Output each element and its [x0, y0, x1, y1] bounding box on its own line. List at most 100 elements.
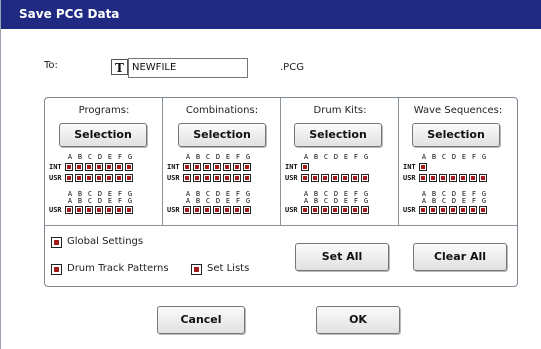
bank-checkbox[interactable] — [75, 206, 83, 214]
bank-checkbox[interactable] — [301, 206, 309, 214]
bank-checkbox[interactable] — [65, 174, 73, 182]
usr-bank-checkboxes — [65, 174, 135, 183]
bank-checkbox[interactable] — [183, 206, 191, 214]
bank-checkbox[interactable] — [449, 174, 457, 182]
bank-checkbox[interactable] — [65, 163, 73, 171]
bank-checkbox[interactable] — [449, 206, 457, 214]
usr-row-label: USR — [285, 206, 298, 214]
bank-checkbox[interactable] — [95, 174, 103, 182]
bank-checkbox[interactable] — [183, 174, 191, 182]
cancel-button[interactable]: Cancel — [157, 306, 245, 334]
bank-checkbox[interactable] — [125, 163, 133, 171]
bank-checkbox[interactable] — [233, 206, 241, 214]
bank-checkbox[interactable] — [439, 206, 447, 214]
bank-checkbox[interactable] — [361, 174, 369, 182]
bank-checkbox[interactable] — [213, 206, 221, 214]
bank-checkbox[interactable] — [105, 163, 113, 171]
bank-checkbox[interactable] — [311, 206, 319, 214]
bank-checkbox[interactable] — [233, 163, 241, 171]
bank-checkbox[interactable] — [75, 163, 83, 171]
combinations-header: Combinations: — [185, 105, 259, 116]
bank-checkbox[interactable] — [439, 174, 447, 182]
bank-letters-row: ABCDEFG — [183, 198, 253, 205]
drum-kits-selection-button[interactable]: Selection — [294, 123, 382, 147]
bank-checkbox[interactable] — [233, 174, 241, 182]
bank-checkbox[interactable] — [429, 206, 437, 214]
bank-checkbox[interactable] — [85, 174, 93, 182]
wave-sequences-selection-button[interactable]: Selection — [412, 123, 500, 147]
bank-checkbox[interactable] — [193, 206, 201, 214]
bank-checkbox[interactable] — [459, 174, 467, 182]
set-all-button[interactable]: Set All — [295, 243, 389, 271]
bank-letter: E — [107, 197, 113, 205]
wave-sequences-header: Wave Sequences: — [413, 105, 503, 116]
bank-checkbox[interactable] — [125, 174, 133, 182]
bank-checkbox[interactable] — [361, 206, 369, 214]
global-settings-checkbox[interactable] — [51, 237, 62, 248]
bank-checkbox[interactable] — [331, 174, 339, 182]
ok-button[interactable]: OK — [316, 306, 400, 334]
bank-checkbox[interactable] — [65, 206, 73, 214]
int-bank-checkboxes — [65, 163, 135, 172]
bank-checkbox[interactable] — [223, 174, 231, 182]
bank-letter: A — [421, 197, 427, 205]
bank-checkbox[interactable] — [321, 174, 329, 182]
bank-checkbox[interactable] — [243, 206, 251, 214]
bank-checkbox[interactable] — [223, 206, 231, 214]
programs-selection-button[interactable]: Selection — [59, 123, 147, 147]
int-bank-checkboxes — [301, 163, 311, 172]
bank-checkbox[interactable] — [125, 206, 133, 214]
bank-checkbox[interactable] — [311, 174, 319, 182]
bank-checkbox[interactable] — [115, 206, 123, 214]
bank-selection-panel: Programs: Selection Combinations: Select… — [44, 97, 518, 287]
bank-checkbox[interactable] — [351, 174, 359, 182]
bank-checkbox[interactable] — [331, 206, 339, 214]
bank-checkbox[interactable] — [341, 174, 349, 182]
bank-checkbox[interactable] — [213, 163, 221, 171]
bank-checkbox[interactable] — [115, 174, 123, 182]
bank-checkbox[interactable] — [479, 206, 487, 214]
usr-row-label: USR — [403, 174, 416, 182]
bank-checkbox[interactable] — [223, 163, 231, 171]
combinations-selection-button[interactable]: Selection — [178, 123, 266, 147]
bank-checkbox[interactable] — [115, 163, 123, 171]
bank-checkbox[interactable] — [321, 206, 329, 214]
bank-checkbox[interactable] — [469, 206, 477, 214]
bank-checkbox[interactable] — [183, 163, 191, 171]
bank-checkbox[interactable] — [301, 163, 309, 171]
bank-checkbox[interactable] — [429, 174, 437, 182]
set-lists-checkbox[interactable] — [191, 264, 202, 275]
bank-checkbox[interactable] — [341, 206, 349, 214]
bank-checkbox[interactable] — [419, 174, 427, 182]
bank-checkbox[interactable] — [105, 174, 113, 182]
text-edit-button[interactable]: T — [111, 59, 128, 75]
drum-track-patterns-checkbox[interactable] — [51, 264, 62, 275]
bank-checkbox[interactable] — [419, 206, 427, 214]
filename-field[interactable]: NEWFILE — [128, 58, 248, 78]
bank-checkbox[interactable] — [203, 174, 211, 182]
bank-checkbox[interactable] — [85, 163, 93, 171]
bank-checkbox[interactable] — [95, 206, 103, 214]
bank-checkbox[interactable] — [301, 174, 309, 182]
bank-checkbox[interactable] — [243, 163, 251, 171]
bank-letter: G — [481, 153, 487, 161]
bank-checkbox[interactable] — [419, 163, 427, 171]
bank-letter: G — [363, 153, 369, 161]
bank-checkbox[interactable] — [351, 206, 359, 214]
bank-checkbox[interactable] — [213, 174, 221, 182]
bank-checkbox[interactable] — [459, 206, 467, 214]
bank-letter: A — [421, 153, 427, 161]
bank-checkbox[interactable] — [479, 174, 487, 182]
bank-checkbox[interactable] — [469, 174, 477, 182]
bank-checkbox[interactable] — [203, 163, 211, 171]
bank-checkbox[interactable] — [85, 206, 93, 214]
bank-checkbox[interactable] — [203, 206, 211, 214]
clear-all-button[interactable]: Clear All — [413, 243, 507, 271]
bank-checkbox[interactable] — [75, 174, 83, 182]
file-extension: .PCG — [280, 62, 304, 73]
bank-checkbox[interactable] — [95, 163, 103, 171]
bank-checkbox[interactable] — [193, 163, 201, 171]
bank-checkbox[interactable] — [105, 206, 113, 214]
bank-checkbox[interactable] — [243, 174, 251, 182]
bank-checkbox[interactable] — [193, 174, 201, 182]
